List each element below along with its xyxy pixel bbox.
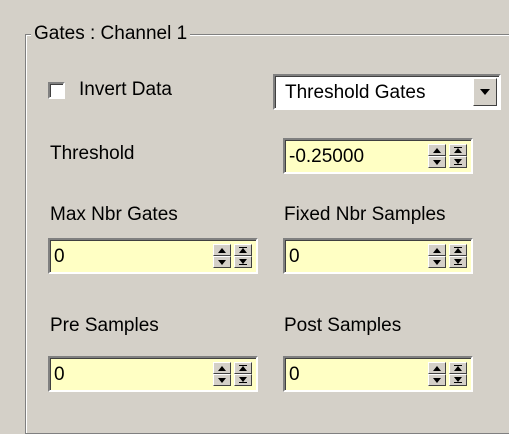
max-nbr-gates-step-spinner [213, 244, 231, 268]
fast-up-icon [239, 247, 247, 253]
spin-down-icon [433, 159, 441, 165]
max-nbr-gates-value: 0 [54, 246, 65, 267]
post-samples-spin-down-button[interactable] [428, 374, 446, 386]
gate-mode-dropdown-button[interactable] [473, 78, 497, 106]
post-samples-step-spinner [428, 362, 446, 386]
max-nbr-gates-fast-up-button[interactable] [234, 244, 252, 256]
spin-up-icon [433, 247, 441, 253]
fast-down-icon [454, 377, 462, 383]
chevron-down-icon [480, 89, 490, 95]
fast-down-icon [454, 159, 462, 165]
gate-mode-value: Threshold Gates [285, 82, 426, 103]
invert-data-label: Invert Data [79, 79, 172, 100]
fast-up-icon [454, 147, 462, 153]
fixed-nbr-samples-value: 0 [289, 246, 300, 267]
fixed-nbr-samples-label: Fixed Nbr Samples [284, 204, 446, 225]
invert-data-checkbox-row[interactable]: Invert Data [48, 78, 172, 102]
gate-mode-select[interactable]: Threshold Gates [273, 74, 501, 110]
pre-samples-value: 0 [54, 364, 65, 385]
threshold-label: Threshold [50, 143, 135, 164]
threshold-field[interactable]: -0.25000 [283, 138, 473, 174]
fast-down-icon [239, 259, 247, 265]
post-samples-spinner [428, 362, 467, 386]
threshold-spinner [428, 144, 467, 168]
pre-samples-spin-down-button[interactable] [213, 374, 231, 386]
threshold-value: -0.25000 [289, 146, 365, 167]
fast-up-icon [239, 365, 247, 371]
pre-samples-fast-down-button[interactable] [234, 374, 252, 386]
post-samples-fast-spinner [449, 362, 467, 386]
max-nbr-gates-label: Max Nbr Gates [50, 204, 178, 225]
gates-panel: Gates : Channel 1 Invert Data Threshold … [0, 0, 509, 434]
pre-samples-fast-up-button[interactable] [234, 362, 252, 374]
threshold-fast-down-button[interactable] [449, 156, 467, 168]
max-nbr-gates-field[interactable]: 0 [48, 238, 258, 274]
max-nbr-gates-fast-down-button[interactable] [234, 256, 252, 268]
spin-up-icon [218, 365, 226, 371]
spin-down-icon [433, 377, 441, 383]
spin-up-icon [433, 147, 441, 153]
post-samples-fast-up-button[interactable] [449, 362, 467, 374]
pre-samples-spin-up-button[interactable] [213, 362, 231, 374]
max-nbr-gates-spinner [213, 244, 252, 268]
fast-down-icon [239, 377, 247, 383]
group-title: Gates : Channel 1 [31, 22, 191, 46]
fast-up-icon [454, 247, 462, 253]
post-samples-fast-down-button[interactable] [449, 374, 467, 386]
fixed-nbr-samples-spin-up-button[interactable] [428, 244, 446, 256]
max-nbr-gates-fast-spinner [234, 244, 252, 268]
threshold-spin-down-button[interactable] [428, 156, 446, 168]
post-samples-label: Post Samples [284, 315, 402, 336]
spin-up-icon [218, 247, 226, 253]
threshold-step-spinner [428, 144, 446, 168]
max-nbr-gates-spin-down-button[interactable] [213, 256, 231, 268]
post-samples-spin-up-button[interactable] [428, 362, 446, 374]
threshold-fast-spinner [449, 144, 467, 168]
threshold-spin-up-button[interactable] [428, 144, 446, 156]
pre-samples-step-spinner [213, 362, 231, 386]
spin-up-icon [433, 365, 441, 371]
post-samples-field[interactable]: 0 [283, 356, 473, 392]
pre-samples-field[interactable]: 0 [48, 356, 258, 392]
pre-samples-label: Pre Samples [50, 315, 159, 336]
pre-samples-fast-spinner [234, 362, 252, 386]
spin-down-icon [218, 377, 226, 383]
threshold-fast-up-button[interactable] [449, 144, 467, 156]
fast-up-icon [454, 365, 462, 371]
fixed-nbr-samples-fast-down-button[interactable] [449, 256, 467, 268]
fixed-nbr-samples-spin-down-button[interactable] [428, 256, 446, 268]
invert-data-checkbox[interactable] [48, 81, 65, 99]
spin-down-icon [218, 259, 226, 265]
fixed-nbr-samples-spinner [428, 244, 467, 268]
post-samples-value: 0 [289, 364, 300, 385]
fixed-nbr-samples-fast-spinner [449, 244, 467, 268]
fixed-nbr-samples-field[interactable]: 0 [283, 238, 473, 274]
fast-down-icon [454, 259, 462, 265]
max-nbr-gates-spin-up-button[interactable] [213, 244, 231, 256]
spin-down-icon [433, 259, 441, 265]
fixed-nbr-samples-step-spinner [428, 244, 446, 268]
pre-samples-spinner [213, 362, 252, 386]
fixed-nbr-samples-fast-up-button[interactable] [449, 244, 467, 256]
